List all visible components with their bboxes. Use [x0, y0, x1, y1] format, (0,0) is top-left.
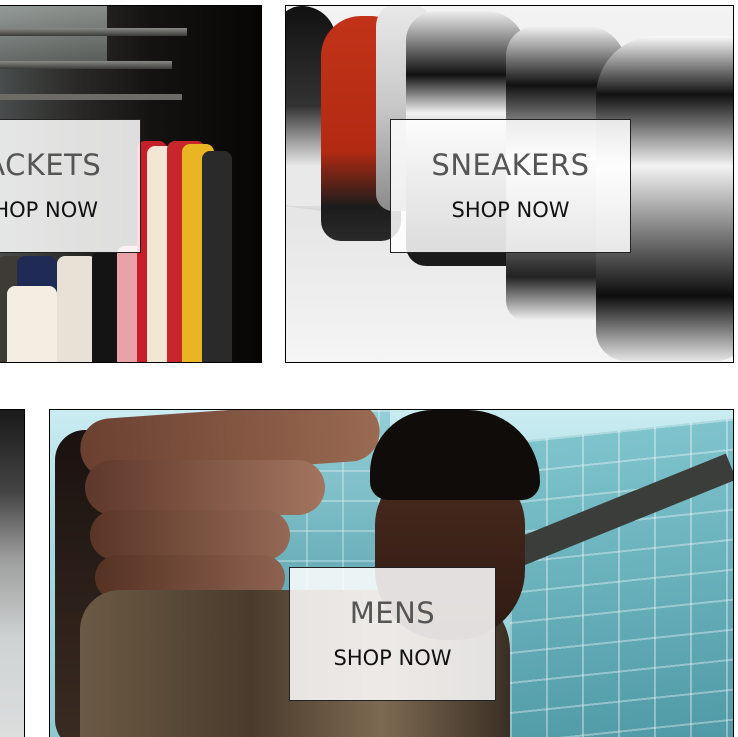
sneakers-label-box: SNEAKERS SHOP NOW [390, 119, 631, 253]
category-tile-partial[interactable] [0, 409, 25, 737]
sneakers-title: SNEAKERS [431, 148, 590, 182]
category-tile-jackets[interactable]: JACKETS SHOP NOW [0, 5, 262, 363]
jackets-label-box: JACKETS SHOP NOW [0, 119, 141, 253]
sneakers-shop-now-link[interactable]: SHOP NOW [452, 200, 570, 221]
category-grid: JACKETS SHOP NOW SNEAKERS SHOP NOW [0, 0, 738, 737]
category-tile-mens[interactable]: MENS SHOP NOW [49, 409, 734, 737]
mens-title: MENS [349, 596, 436, 630]
partial-photo [0, 410, 24, 737]
mens-label-box: MENS SHOP NOW [289, 567, 496, 701]
jackets-shop-now-link[interactable]: SHOP NOW [0, 200, 98, 221]
category-tile-sneakers[interactable]: SNEAKERS SHOP NOW [285, 5, 734, 363]
jackets-title: JACKETS [0, 148, 102, 182]
mens-shop-now-link[interactable]: SHOP NOW [334, 648, 452, 669]
